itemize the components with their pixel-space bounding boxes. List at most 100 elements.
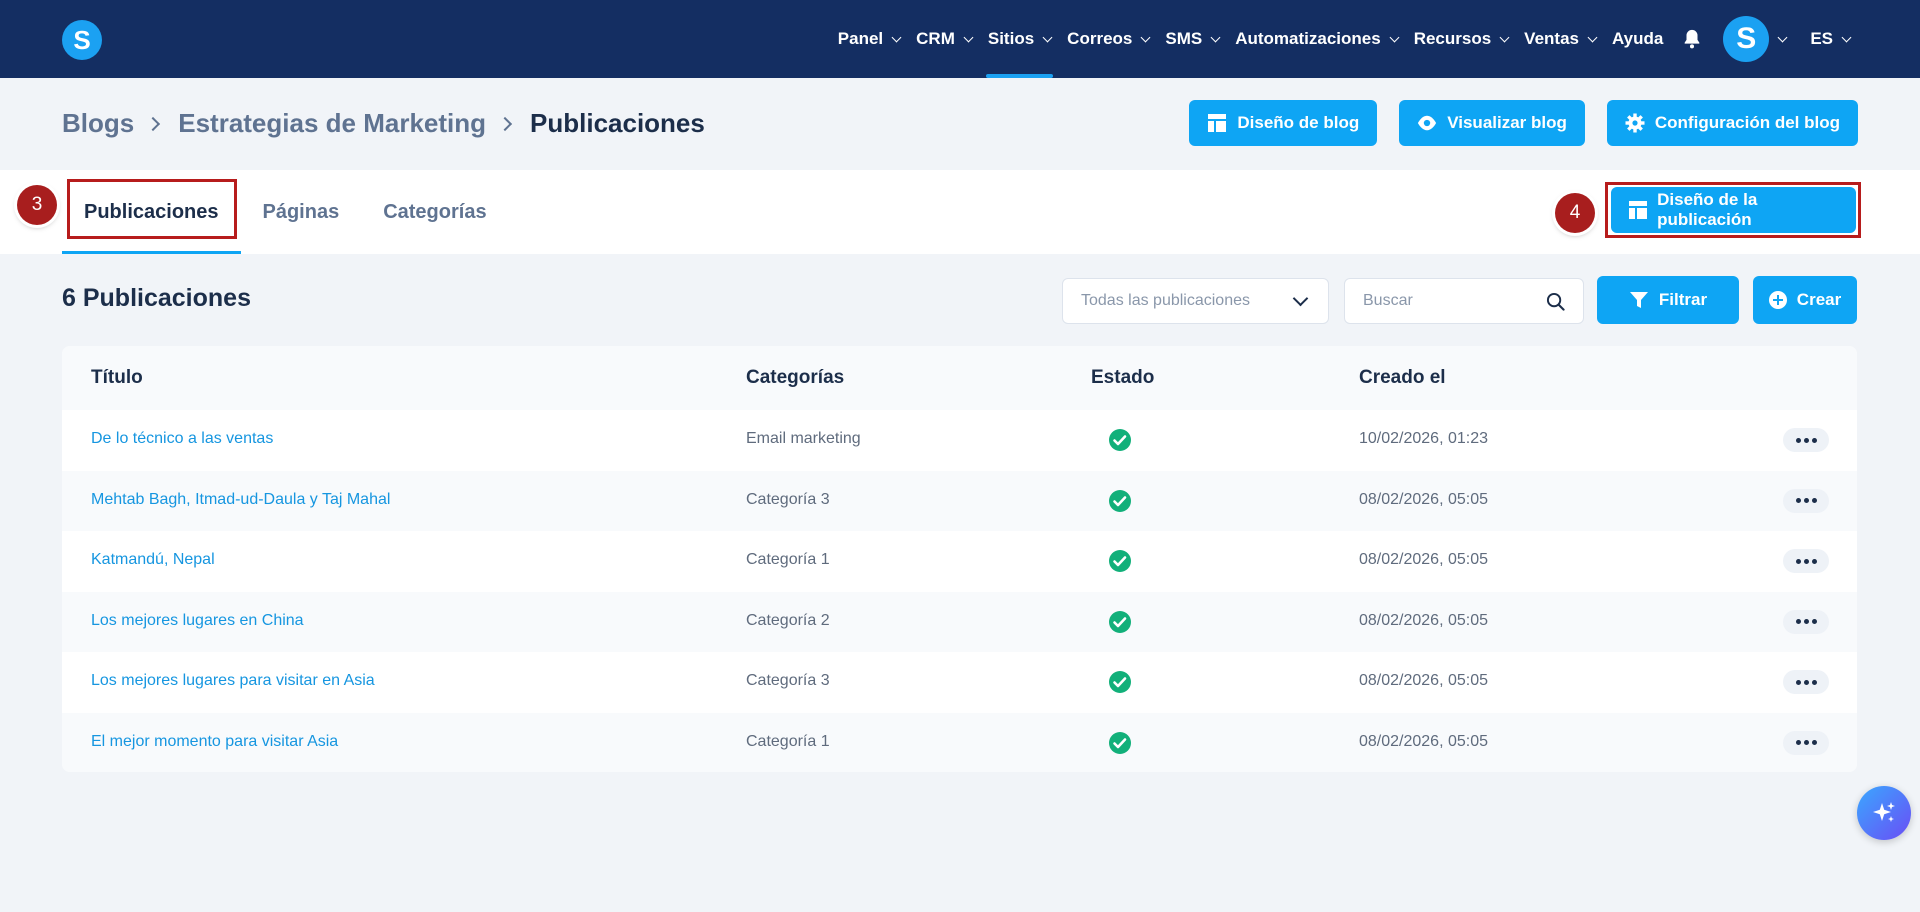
more-actions-button[interactable]	[1783, 730, 1829, 755]
posts-count: 6 Publicaciones	[62, 284, 251, 312]
step-badge-3: 3	[17, 185, 57, 225]
ai-assistant-button[interactable]	[1857, 786, 1911, 840]
nav-item-correos[interactable]: Correos	[1059, 0, 1157, 78]
tab-paginas[interactable]: Páginas	[241, 170, 362, 254]
plus-circle-icon	[1768, 290, 1787, 310]
chevron-down-icon	[1140, 32, 1151, 42]
nav-item-sms[interactable]: SMS	[1157, 0, 1227, 78]
chevron-right-icon	[146, 116, 161, 131]
post-title-link[interactable]: Katmandú, Nepal	[91, 551, 215, 569]
breadcrumb-blog[interactable]: Estrategias de Marketing	[178, 108, 486, 139]
dot	[1803, 558, 1809, 564]
gear-icon	[1625, 113, 1645, 133]
search-input[interactable]	[1363, 292, 1523, 310]
chevron-down-icon	[1042, 32, 1053, 42]
post-category: Categoría 3	[746, 672, 830, 689]
check-circle-icon	[1108, 428, 1132, 457]
nav-item-ayuda[interactable]: Ayuda	[1604, 0, 1671, 78]
search-icon[interactable]	[1546, 292, 1565, 316]
post-category: Email marketing	[746, 430, 861, 447]
chevron-down-icon	[1210, 32, 1221, 42]
post-title-link[interactable]: Los mejores lugares para visitar en Asia	[91, 672, 375, 690]
post-created-date: 08/02/2026, 05:05	[1359, 611, 1489, 629]
more-actions-button[interactable]	[1783, 609, 1829, 634]
search-box[interactable]	[1344, 278, 1584, 324]
post-created-date: 08/02/2026, 05:05	[1359, 732, 1489, 750]
filter-button[interactable]: Filtrar	[1597, 276, 1739, 324]
blog-design-button[interactable]: Diseño de blog	[1189, 100, 1378, 146]
main-nav: Panel CRM Sitios Correos SMS Automatizac…	[830, 0, 1858, 78]
tab-categorias[interactable]: Categorías	[361, 170, 508, 254]
view-blog-button[interactable]: Visualizar blog	[1399, 100, 1585, 146]
dot	[1795, 740, 1801, 745]
dot	[1803, 437, 1809, 443]
dot	[1811, 498, 1817, 503]
chevron-down-icon	[1587, 32, 1598, 42]
more-actions-button[interactable]	[1783, 549, 1829, 573]
table-row: Mehtab Bagh, Itmad-ud-Daula y Taj Mahal C…	[62, 470, 1857, 531]
dot	[1803, 740, 1809, 745]
table-row: Katmandú, Nepal Categoría 1 08/02/2026, 05…	[62, 531, 1857, 592]
bell-icon[interactable]	[1681, 28, 1703, 50]
chevron-down-icon[interactable]	[1777, 32, 1788, 42]
check-circle-icon	[1108, 489, 1132, 518]
dot	[1811, 437, 1817, 443]
step-badge-4: 4	[1555, 193, 1595, 233]
breadcrumb-blogs[interactable]: Blogs	[62, 108, 134, 139]
dot	[1795, 619, 1801, 624]
column-header-created[interactable]: Creado el	[1359, 367, 1446, 389]
post-created-date: 08/02/2026, 05:05	[1359, 551, 1489, 568]
breadcrumb: Blogs Estrategias de Marketing Publicaci…	[62, 108, 705, 139]
chevron-down-icon	[891, 32, 902, 42]
table-row: El mejor momento para visitar Asia Catego…	[62, 712, 1857, 772]
post-category: Categoría 1	[746, 551, 830, 568]
post-title-link[interactable]: Mehtab Bagh, Itmad-ud-Daula y Taj Mahal	[91, 491, 390, 509]
nav-item-recursos[interactable]: Recursos	[1406, 0, 1516, 78]
post-title-link[interactable]: El mejor momento para visitar Asia	[91, 733, 338, 751]
dot	[1803, 619, 1809, 624]
post-title-link[interactable]: De lo técnico a las ventas	[91, 430, 273, 448]
nav-item-sitios[interactable]: Sitios	[980, 0, 1059, 78]
posts-filter-select[interactable]: Todas las publicaciones	[1062, 278, 1329, 324]
column-header-categories[interactable]: Categorías	[746, 367, 844, 389]
header-actions: Diseño de blog Visualizar blog Configura…	[1189, 100, 1858, 146]
nav-item-crm[interactable]: CRM	[908, 0, 980, 78]
dot	[1795, 437, 1801, 443]
dot	[1803, 679, 1809, 685]
chevron-down-icon	[1499, 32, 1510, 42]
check-circle-icon	[1108, 610, 1132, 639]
dot	[1803, 498, 1809, 503]
chevron-down-icon	[1292, 290, 1309, 307]
column-header-status[interactable]: Estado	[1091, 367, 1154, 389]
nav-item-ventas[interactable]: Ventas	[1516, 0, 1604, 78]
language-selector[interactable]: ES	[1802, 0, 1858, 78]
app-logo[interactable]: S	[62, 20, 102, 60]
chevron-down-icon	[963, 32, 974, 42]
dot	[1811, 619, 1817, 624]
more-actions-button[interactable]	[1783, 488, 1829, 513]
top-navbar: S Panel CRM Sitios Correos SMS Automatiz…	[0, 0, 1920, 78]
create-button[interactable]: Crear	[1753, 276, 1857, 324]
check-circle-icon	[1108, 731, 1132, 760]
dot	[1795, 498, 1801, 503]
dot	[1811, 558, 1817, 564]
post-category: Categoría 3	[746, 490, 830, 508]
dot	[1795, 558, 1801, 564]
dot	[1795, 679, 1801, 685]
table-row: De lo técnico a las ventas Email marketin…	[62, 410, 1857, 471]
user-avatar[interactable]: S	[1723, 16, 1770, 62]
more-actions-button[interactable]	[1783, 428, 1829, 452]
post-category: Categoría 1	[746, 732, 830, 750]
nav-item-panel[interactable]: Panel	[830, 0, 908, 78]
highlight-box-step-3	[67, 179, 237, 239]
nav-item-automatizaciones[interactable]: Automatizaciones	[1227, 0, 1405, 78]
breadcrumb-current: Publicaciones	[530, 108, 705, 138]
post-created-date: 08/02/2026, 05:05	[1359, 672, 1489, 689]
column-header-title[interactable]: Título	[91, 367, 143, 389]
blog-settings-button[interactable]: Configuración del blog	[1606, 100, 1858, 146]
page-header: Blogs Estrategias de Marketing Publicaci…	[0, 78, 1920, 170]
post-title-link[interactable]: Los mejores lugares en China	[91, 612, 304, 630]
post-created-date: 08/02/2026, 05:05	[1359, 490, 1489, 508]
more-actions-button[interactable]	[1783, 670, 1829, 694]
table-row: Los mejores lugares para visitar en Asia…	[62, 652, 1857, 713]
